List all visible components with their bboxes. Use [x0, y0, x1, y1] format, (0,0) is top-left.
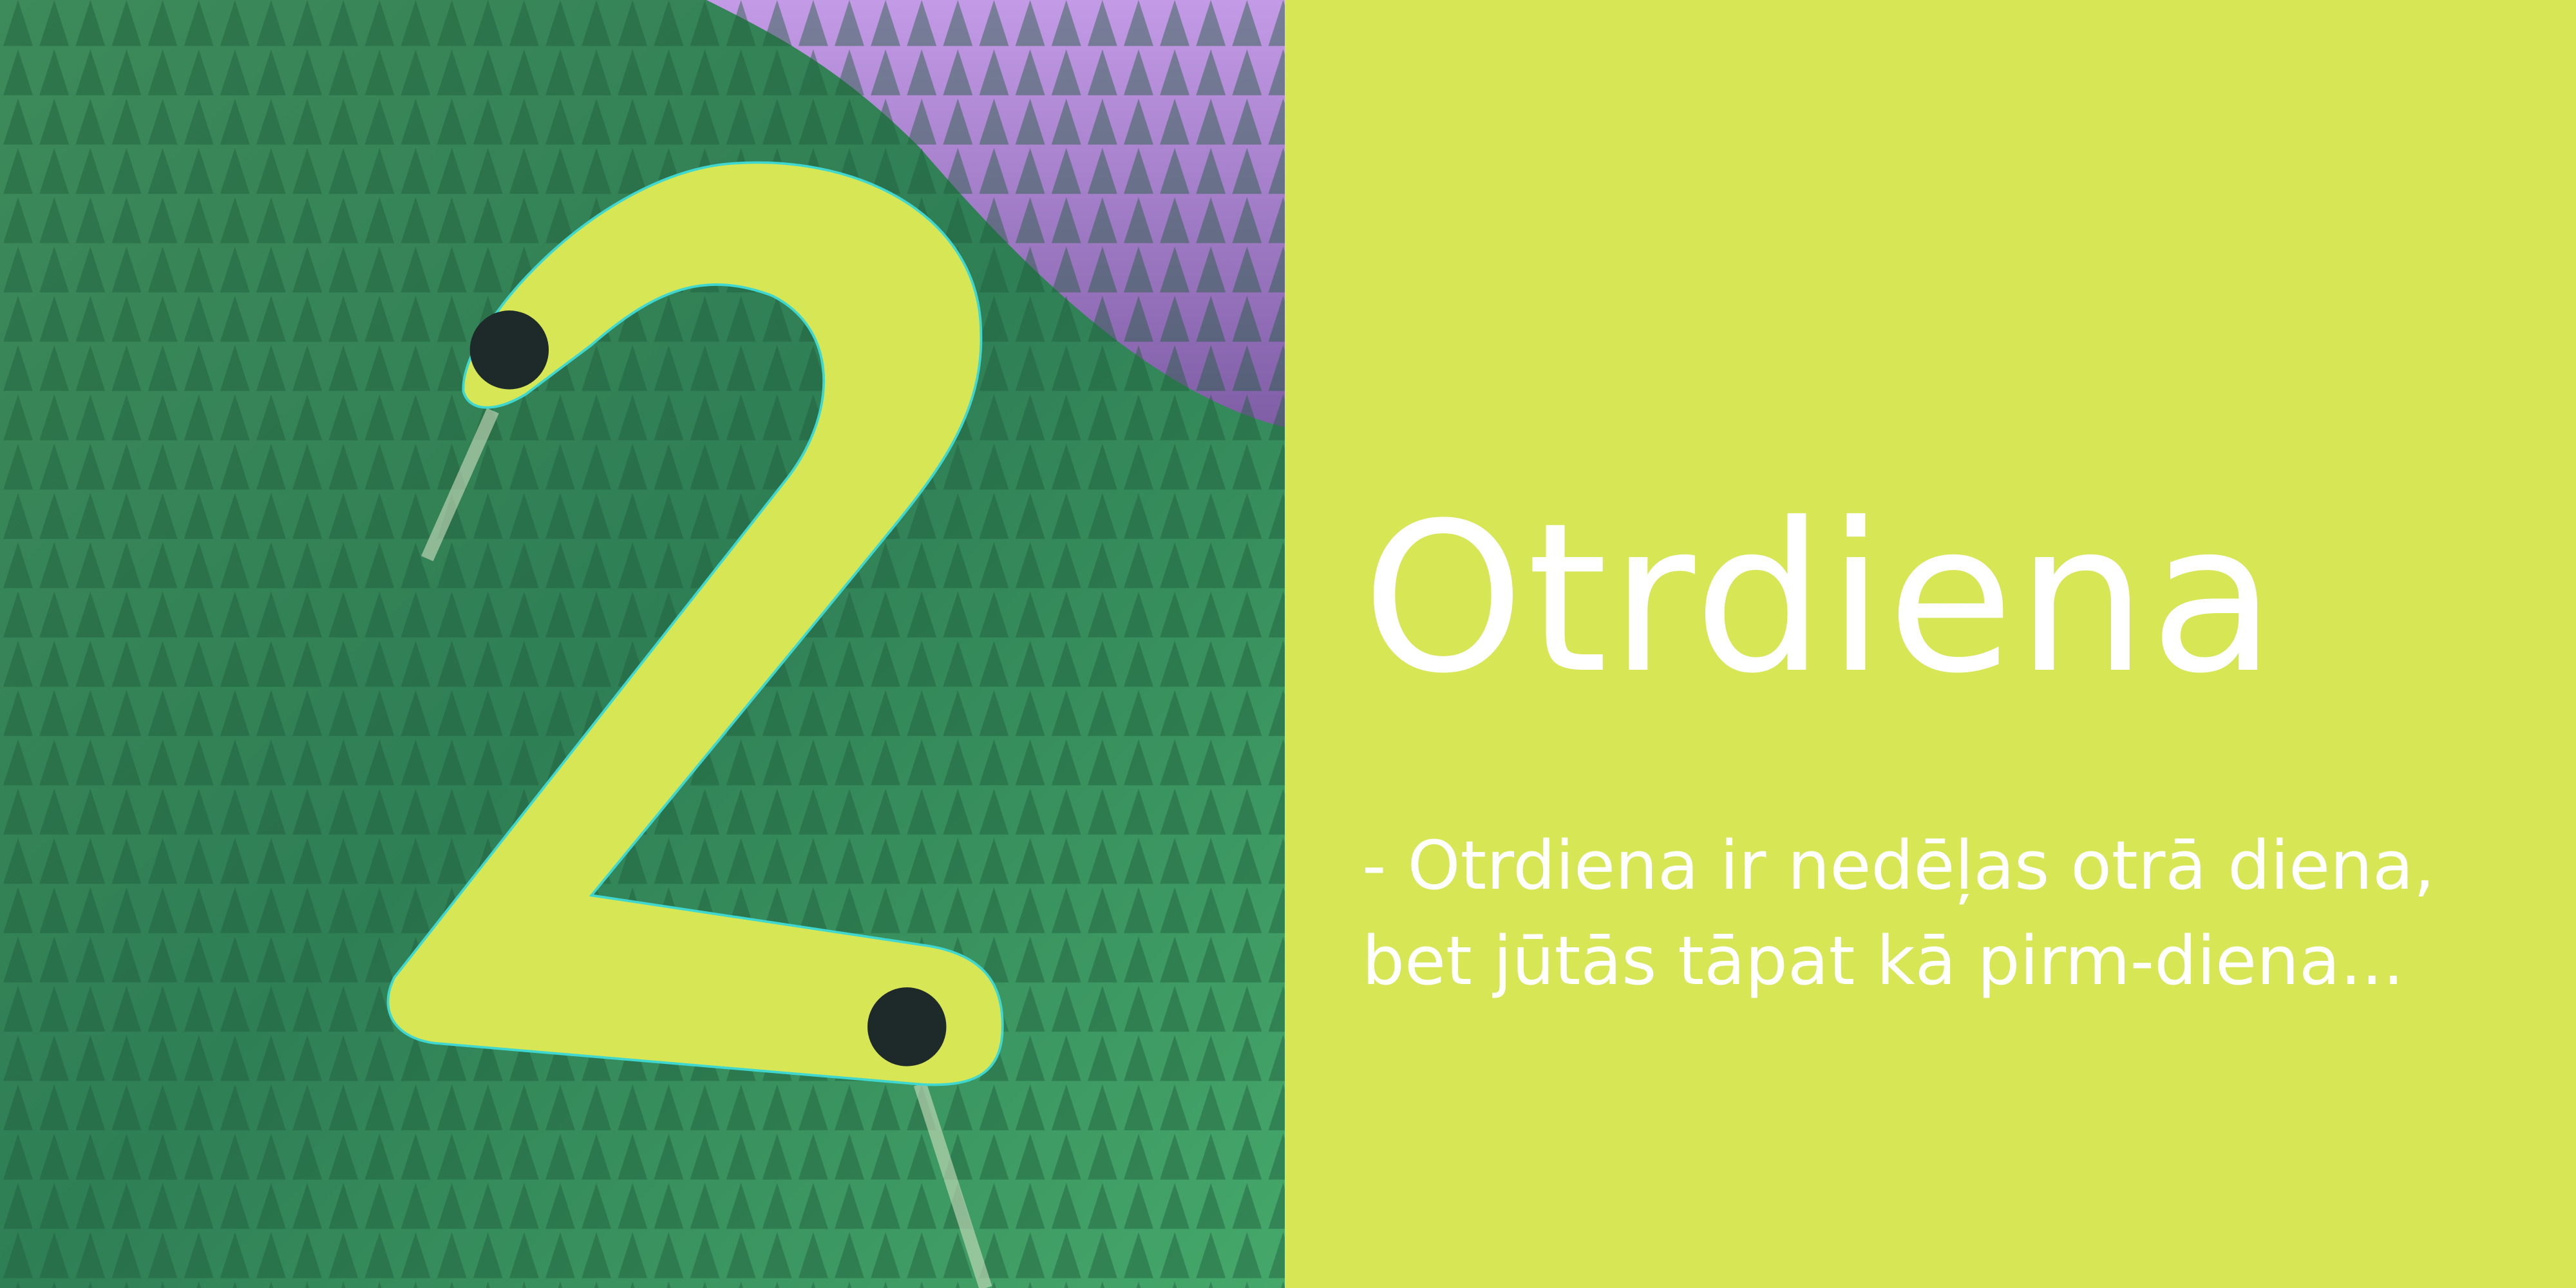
- tunnel-hole-top: [469, 310, 549, 390]
- text-panel: Otrdiena - Otrdiena ir nedēļas otrā dien…: [1285, 0, 2576, 1288]
- forest-photo: [0, 0, 1285, 1288]
- page-title: Otrdiena: [1362, 479, 2279, 719]
- description-text: - Otrdiena ir nedēļas otrā diena, bet jū…: [1362, 826, 2435, 1000]
- tunnel-hole-bottom: [867, 987, 947, 1066]
